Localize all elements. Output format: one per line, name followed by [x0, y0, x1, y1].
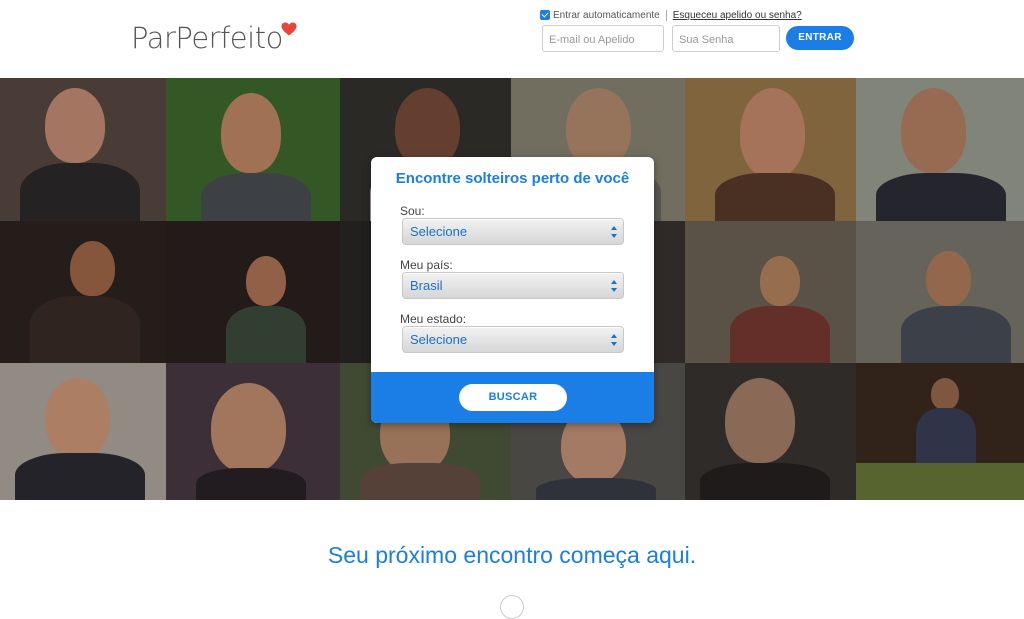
tagline: Seu próximo encontro começa aqui.	[327, 542, 697, 568]
search-card-footer: BUSCAR	[371, 372, 654, 423]
state-select[interactable]: Selecione	[402, 326, 624, 353]
email-field[interactable]: E-mail ou Apelido	[542, 25, 664, 52]
login-button[interactable]: ENTRAR	[786, 26, 854, 50]
select-arrows-icon	[610, 225, 618, 239]
divider	[665, 9, 667, 21]
i-am-select[interactable]: Selecione	[402, 218, 624, 245]
remember-label[interactable]: Entrar automaticamente	[553, 10, 660, 21]
heart-icon	[281, 22, 297, 36]
search-title: Encontre solteiros perto de você	[395, 170, 630, 187]
state-label: Meu estado:	[400, 312, 467, 326]
search-button[interactable]: BUSCAR	[459, 384, 567, 411]
site-header: ParPerfeito Entrar automaticamente Esque…	[0, 0, 1024, 78]
site-logo[interactable]: ParPerfeito	[131, 20, 297, 60]
forgot-password-link[interactable]: Esqueceu apelido ou senha?	[673, 10, 802, 21]
i-am-value: Selecione	[410, 224, 468, 239]
scroll-down-icon[interactable]	[500, 595, 524, 619]
password-field[interactable]: Sua Senha	[672, 25, 780, 52]
remember-checkbox[interactable]	[540, 10, 550, 20]
country-value: Brasil	[410, 278, 443, 293]
select-arrows-icon	[610, 279, 618, 293]
country-select[interactable]: Brasil	[402, 272, 624, 299]
country-label: Meu país:	[400, 258, 453, 272]
select-arrows-icon	[610, 333, 618, 347]
logo-text: ParPerfeito	[131, 21, 283, 55]
i-am-label: Sou:	[400, 204, 425, 218]
state-value: Selecione	[410, 332, 468, 347]
login-options: Entrar automaticamente Esqueceu apelido …	[540, 8, 802, 22]
search-card: Encontre solteiros perto de você Sou: Se…	[371, 157, 654, 423]
